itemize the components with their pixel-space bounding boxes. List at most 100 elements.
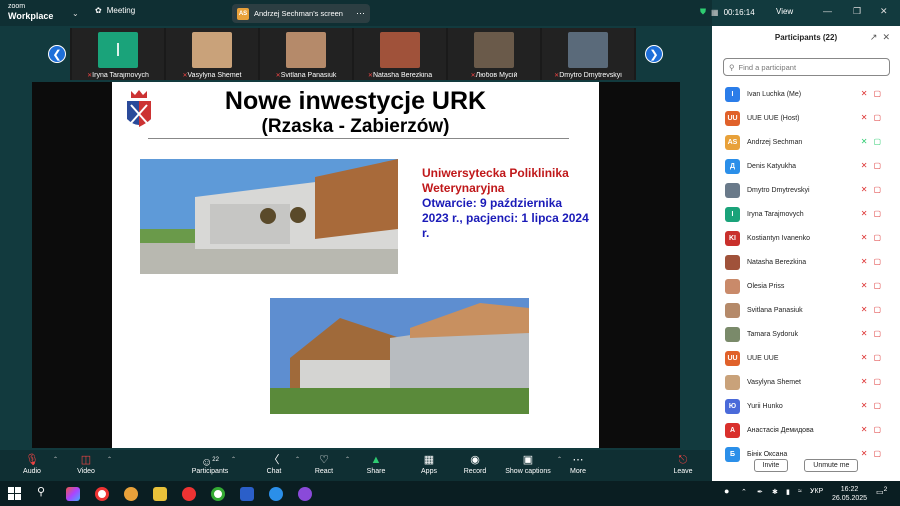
participant-row[interactable]: AS Andrzej Sechman ✕▢ (712, 130, 900, 154)
opening-info: Otwarcie: 9 października 2023 r., pacjen… (422, 196, 589, 240)
restore-icon[interactable]: ❐ (853, 6, 861, 17)
chevron-down-icon[interactable]: ⌄ (72, 9, 79, 18)
video-tile[interactable]: Любов Мусій (448, 28, 540, 80)
participant-row[interactable]: Vasylyna Shemet ✕▢ (712, 370, 900, 394)
participant-name: Dmytro Dmytrevskyi (747, 186, 810, 194)
participant-name: Kostiantyn Ivanenko (747, 234, 811, 242)
strip-prev-button[interactable]: ❮ (48, 45, 66, 63)
chevron-up-icon[interactable]: ⌃ (295, 456, 300, 463)
video-tile[interactable]: Dmytro Dmytrevskyi (542, 28, 634, 80)
brand-line2: Workplace (8, 11, 54, 21)
participant-name: Andrzej Sechman (747, 138, 803, 146)
zoom-icon[interactable] (269, 487, 283, 501)
participant-row[interactable]: I Iryna Tarajmovych ✕▢ (712, 202, 900, 226)
file-explorer-icon[interactable] (153, 487, 167, 501)
close-icon[interactable]: ✕ (882, 32, 890, 42)
close-icon[interactable]: ✕ (880, 6, 888, 17)
participant-row[interactable]: UU UUE UUE (Host) ✕▢ (712, 106, 900, 130)
copilot-icon[interactable] (66, 487, 80, 501)
more-icon[interactable]: ⋯ (356, 8, 365, 19)
video-tile[interactable]: Vasylyna Shemet (166, 28, 258, 80)
record-button[interactable]: ◉ Record (455, 453, 495, 475)
chevron-up-icon[interactable]: ⌃ (53, 456, 58, 463)
participant-row[interactable]: Svitlana Panasiuk ✕▢ (712, 298, 900, 322)
bluetooth-icon[interactable]: ✱ (772, 488, 778, 496)
participant-row[interactable]: А Анастасія Демидова ✕▢ (712, 418, 900, 442)
word-icon[interactable] (240, 487, 254, 501)
search-icon[interactable]: ⚲ (37, 485, 45, 498)
leave-button[interactable]: ⎋ Leave (663, 453, 703, 475)
lang-indicator[interactable]: УКР (810, 488, 825, 495)
chat-button[interactable]: 〈 Chat ⌃ (254, 453, 300, 475)
chevron-up-icon[interactable]: ⌃ (231, 456, 236, 463)
pen-icon[interactable]: ✒ (757, 488, 763, 496)
apps-button[interactable]: ▦ Apps (409, 453, 449, 475)
search-input[interactable]: ⚲ Find a participant (723, 58, 890, 76)
clock[interactable]: 16:22 26.05.2025 (832, 485, 867, 503)
video-tile[interactable]: I Iryna Tarajmovych (72, 28, 164, 80)
lang-label: УКР (810, 488, 824, 495)
invite-button[interactable]: Invite (753, 459, 789, 472)
network-icon[interactable]: ● (724, 486, 729, 496)
chrome-profile-icon[interactable] (211, 487, 225, 501)
participants-count: 22 (212, 457, 219, 463)
avatar: UU (725, 110, 740, 126)
popout-icon[interactable]: ↗ (870, 32, 878, 42)
search-icon: ⚲ (729, 62, 735, 72)
participant-row[interactable]: Tamara Sydoruk ✕▢ (712, 322, 900, 346)
avatar: Ю (725, 398, 740, 414)
chat-icon: 〈 (268, 454, 280, 466)
viber-icon[interactable] (298, 487, 312, 501)
apps-label: Apps (421, 468, 437, 475)
screen-share-pill[interactable]: AS Andrzej Sechman's screen ⋯ (232, 4, 370, 23)
participant-name: UUE UUE (747, 354, 779, 362)
record-icon: ◉ (470, 454, 480, 466)
participant-row[interactable]: Olesia Priss ✕▢ (712, 274, 900, 298)
react-button[interactable]: ♡ React ⌃ (304, 453, 350, 475)
opera-icon[interactable] (182, 487, 196, 501)
share-button[interactable]: ▲ Share (356, 453, 396, 475)
strip-next-button[interactable]: ❯ (645, 45, 663, 63)
meeting-menu[interactable]: ✿ Meeting (95, 6, 135, 15)
notification-icon[interactable]: ▭2 (876, 486, 887, 497)
mute-status-icon: ✕▢ (860, 377, 887, 386)
video-tile[interactable]: Natasha Berezkina (354, 28, 446, 80)
unmute-me-button[interactable]: Unmute me (804, 459, 859, 472)
wifi-icon[interactable]: ≈ (798, 488, 802, 495)
more-button[interactable]: ⋯ More (558, 453, 598, 475)
mute-status-icon: ✕▢ (860, 137, 887, 146)
minimize-icon[interactable]: — (823, 6, 832, 16)
chrome-icon[interactable] (95, 487, 109, 501)
slide-subtitle: (Rzaska - Zabierzów) (261, 116, 450, 137)
windows-start-icon[interactable] (8, 487, 21, 500)
participant-row[interactable]: Ю Yurii Hunko ✕▢ (712, 394, 900, 418)
chevron-up-icon[interactable]: ⌃ (107, 456, 112, 463)
participant-row[interactable]: Dmytro Dmytrevskyi ✕▢ (712, 178, 900, 202)
notification-count: 2 (883, 486, 888, 493)
slide-text: Uniwersytecka Poliklinika Weterynaryjna … (422, 166, 592, 241)
battery-icon[interactable]: ▮ (786, 488, 790, 496)
windows-taskbar: ⚲ ● ⌃ ✒ ✱ ▮ ≈ ♪ УКР 16:22 26.05.2025 ▭2 (0, 481, 900, 506)
chevron-up-icon[interactable]: ⌃ (741, 488, 747, 496)
participant-row[interactable]: Natasha Berezkina ✕▢ (712, 250, 900, 274)
captions-button[interactable]: ▣ Show captions ⌃ (500, 453, 562, 475)
avatar (725, 374, 740, 390)
participants-button[interactable]: ☺22 Participants ⌃ (190, 453, 236, 475)
avatar (568, 32, 608, 68)
video-label: Video (77, 468, 95, 475)
mute-status-icon: ✕▢ (860, 305, 887, 314)
people-icon: ☺22 (201, 456, 219, 469)
view-button[interactable]: View (776, 7, 793, 16)
camera-off-icon: ◫ (80, 454, 92, 466)
participant-row[interactable]: KI Kostiantyn Ivanenko ✕▢ (712, 226, 900, 250)
participant-row[interactable]: I Ivan Luchka (Me) ✕▢ (712, 82, 900, 106)
participant-name: Yurii Hunko (747, 402, 783, 410)
participant-row[interactable]: UU UUE UUE ✕▢ (712, 346, 900, 370)
video-button[interactable]: ◫ Video ⌃ (66, 453, 112, 475)
chrome-canary-icon[interactable] (124, 487, 138, 501)
chevron-up-icon[interactable]: ⌃ (345, 456, 350, 463)
video-tile[interactable]: Svitlana Panasiuk (260, 28, 352, 80)
participant-row[interactable]: Д Denis Katyukha ✕▢ (712, 154, 900, 178)
audio-button[interactable]: 🎙 Audio ⌃ (12, 453, 58, 475)
grid-icon: ▦ (711, 7, 719, 17)
